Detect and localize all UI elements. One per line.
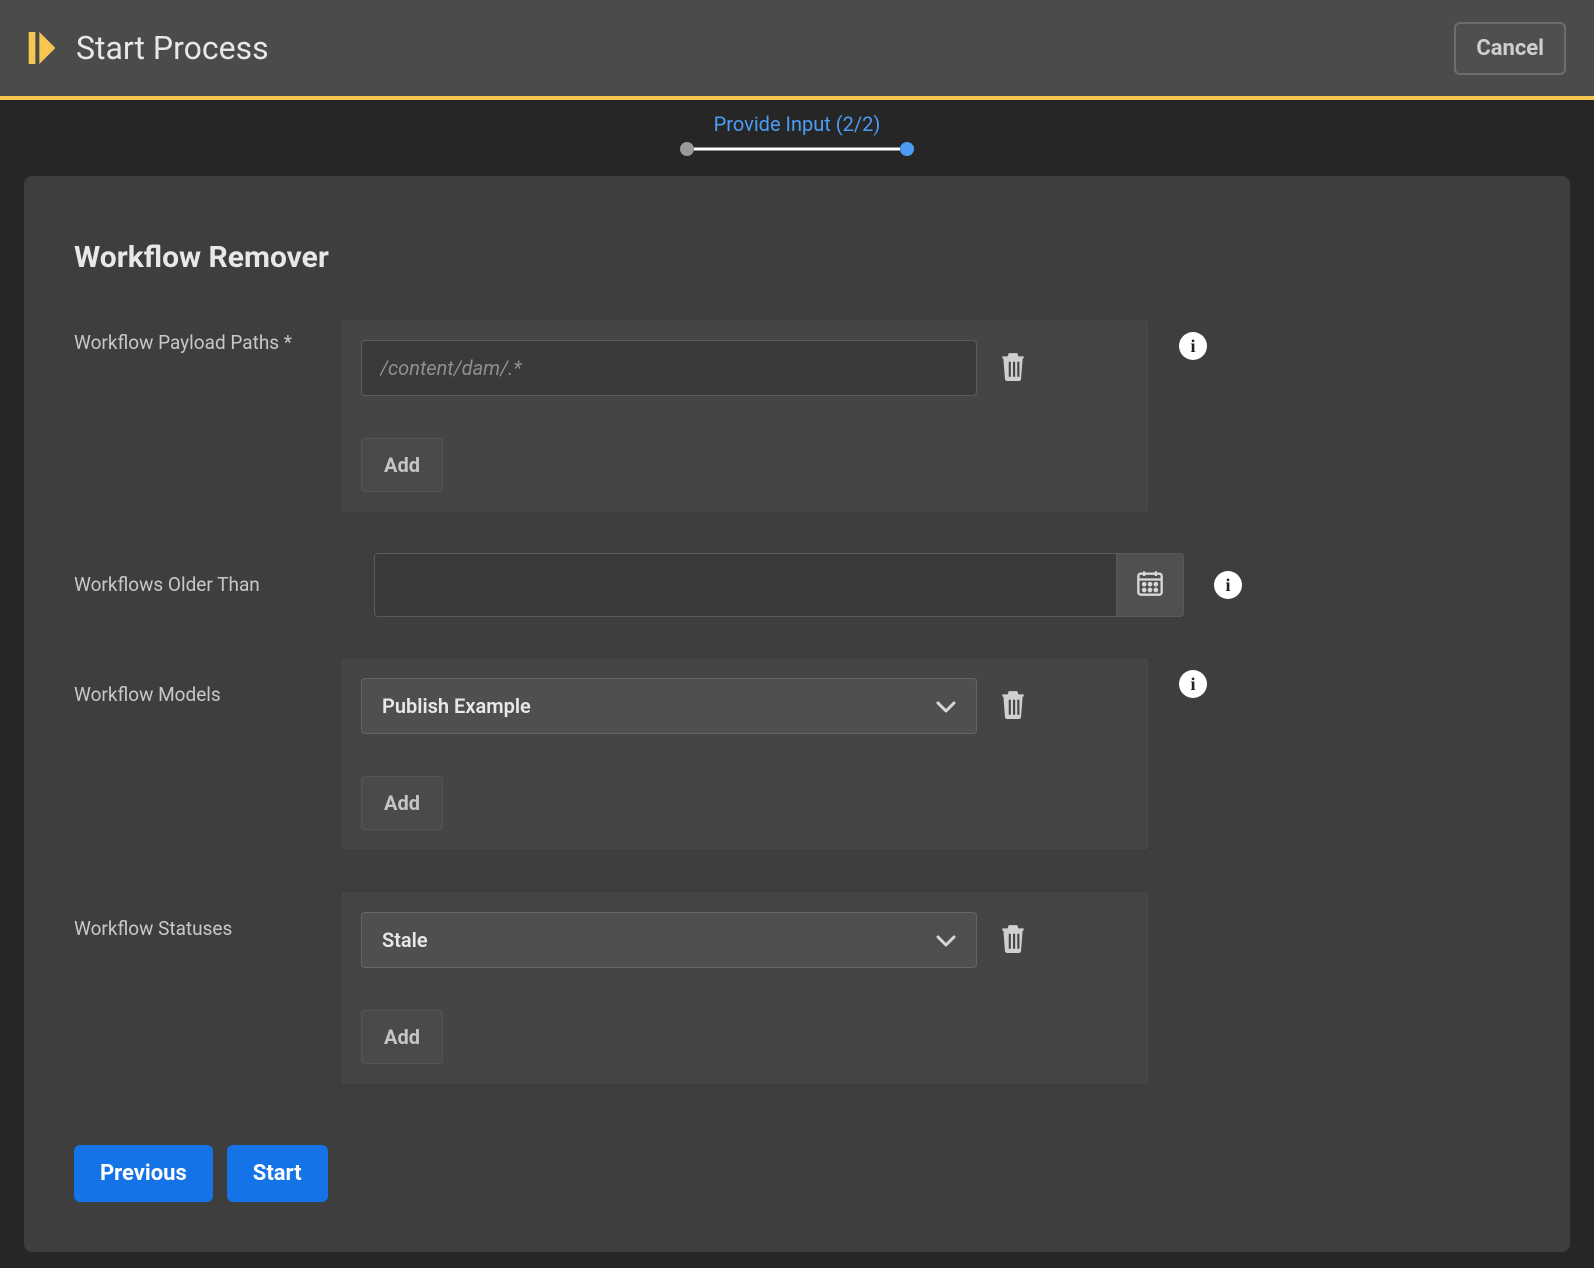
older-than-input[interactable] — [374, 553, 1116, 617]
label-workflows-older-than: Workflows Older Than — [74, 553, 374, 596]
add-workflow-model-button[interactable]: Add — [361, 776, 443, 830]
stepper-line — [694, 148, 900, 151]
form-panel: Workflow Remover Workflow Payload Paths … — [24, 176, 1570, 1252]
older-than-group: i — [374, 553, 1184, 617]
stepper-track — [687, 142, 907, 156]
workflow-models-group: i Publish Example — [340, 657, 1150, 851]
info-icon[interactable]: i — [1179, 332, 1207, 360]
info-icon[interactable]: i — [1214, 571, 1242, 599]
step-dot-2[interactable] — [900, 142, 914, 156]
trash-icon — [1000, 923, 1026, 957]
header-bar: Start Process Cancel — [0, 0, 1594, 100]
wizard-footer: Previous Start — [74, 1145, 1520, 1202]
row-payload-paths: Workflow Payload Paths * i Add — [74, 319, 1520, 513]
header-left: Start Process — [28, 29, 269, 67]
cancel-button[interactable]: Cancel — [1454, 22, 1566, 75]
add-workflow-status-button[interactable]: Add — [361, 1010, 443, 1064]
form-title: Workflow Remover — [74, 240, 1520, 275]
previous-button[interactable]: Previous — [74, 1145, 213, 1202]
row-workflow-statuses: Workflow Statuses Stale — [74, 891, 1520, 1085]
page-title: Start Process — [76, 29, 269, 67]
step-dot-1[interactable] — [680, 142, 694, 156]
workflow-status-item: Stale — [361, 912, 1129, 968]
payload-paths-group: i Add — [340, 319, 1150, 513]
label-workflow-statuses: Workflow Statuses — [74, 891, 340, 940]
workflow-model-item: Publish Example — [361, 678, 1129, 734]
trash-icon — [1000, 351, 1026, 385]
stepper-label: Provide Input (2/2) — [0, 112, 1594, 136]
workflow-model-selected: Publish Example — [382, 694, 531, 718]
label-workflow-models: Workflow Models — [74, 657, 340, 706]
wizard-stepper: Provide Input (2/2) — [0, 100, 1594, 166]
add-payload-path-button[interactable]: Add — [361, 438, 443, 492]
delete-workflow-status-button[interactable] — [995, 922, 1031, 958]
calendar-icon — [1136, 569, 1164, 601]
row-workflow-models: Workflow Models i Publish Example — [74, 657, 1520, 851]
workflow-model-select[interactable]: Publish Example — [361, 678, 977, 734]
chevron-down-icon — [936, 694, 956, 718]
trash-icon — [1000, 689, 1026, 723]
chevron-down-icon — [936, 928, 956, 952]
payload-path-input[interactable] — [361, 340, 977, 396]
workflow-status-selected: Stale — [382, 928, 428, 952]
workflow-statuses-group: Stale Add — [340, 891, 1150, 1085]
delete-payload-path-button[interactable] — [995, 350, 1031, 386]
label-payload-paths: Workflow Payload Paths * — [74, 319, 340, 354]
info-icon[interactable]: i — [1179, 670, 1207, 698]
play-icon — [28, 32, 56, 64]
payload-path-item — [361, 340, 1129, 396]
calendar-button[interactable] — [1116, 553, 1184, 617]
start-button[interactable]: Start — [227, 1145, 328, 1202]
workflow-status-select[interactable]: Stale — [361, 912, 977, 968]
row-workflows-older-than: Workflows Older Than — [74, 553, 1520, 617]
delete-workflow-model-button[interactable] — [995, 688, 1031, 724]
